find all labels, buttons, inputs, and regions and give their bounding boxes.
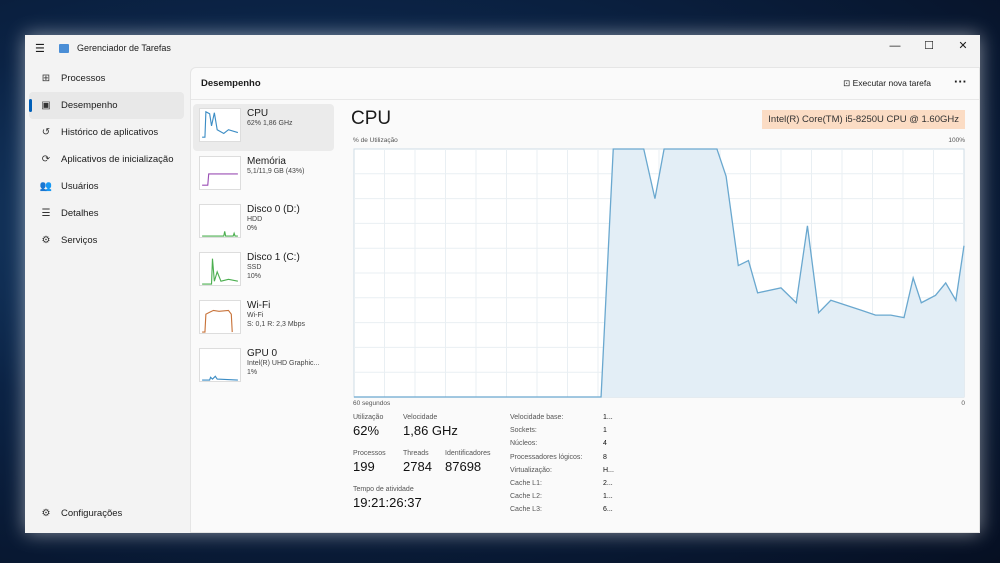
nav-icon: ⊞ [41, 73, 51, 84]
sidebar-item-label: Usuários [61, 181, 99, 192]
stat-speed: Velocidade 1,86 GHz [403, 414, 458, 438]
hamburger-menu-icon[interactable]: ☰ [35, 42, 47, 55]
device-sub2: 10% [247, 273, 262, 280]
minimize-button[interactable]: — [878, 35, 912, 57]
spec-row: Cache L2: 1... [510, 493, 613, 501]
spec-row: Núcleos: 4 [510, 440, 607, 448]
spec-row: Velocidade base: 1... [510, 414, 613, 421]
spec-row: Sockets: 1 [510, 427, 607, 435]
title-bar: ☰ Gerenciador de Tarefas — ☐ ✕ [25, 35, 980, 61]
page-title: Desempenho [201, 78, 261, 89]
sidebar-item-1[interactable]: ▣ Desempenho [29, 92, 184, 119]
device-card-2[interactable]: Disco 0 (D:) HDD 0% [193, 200, 334, 247]
run-task-label: Executar nova tarefa [852, 78, 931, 88]
cpu-usage-chart [353, 148, 965, 398]
nav-icon: ⟳ [41, 154, 51, 165]
device-card-1[interactable]: Memória 5,1/11,9 GB (43%) [193, 152, 334, 199]
close-button[interactable]: ✕ [946, 35, 980, 57]
device-thumbnail-graph [199, 156, 241, 190]
stat-utilization: Utilização 62% [353, 414, 384, 438]
sidebar-item-3[interactable]: ⟳ Aplicativos de inicialização [29, 146, 184, 173]
stat-processes: Processos 199 [353, 450, 386, 474]
spec-row: Cache L3: 6... [510, 506, 613, 514]
device-name: GPU 0 [247, 348, 278, 359]
spec-row: Processadores lógicos: 8 [510, 453, 607, 461]
device-card-4[interactable]: Wi-Fi Wi-Fi S: 0,1 R: 2,3 Mbps [193, 296, 334, 343]
maximize-button[interactable]: ☐ [912, 35, 946, 57]
device-list: CPU 62% 1,86 GHz Memória 5,1/11,9 GB (43%) D… [193, 104, 334, 392]
sidebar-item-label: Histórico de aplicativos [61, 127, 159, 138]
sidebar-item-label: Serviços [61, 235, 98, 246]
nav-icon: ☰ [41, 208, 51, 219]
specs-list: Velocidade base: 1... Sockets: 1 Núcleos: 4 Pr… [510, 414, 614, 520]
device-sub2: 0% [247, 225, 258, 232]
cpu-detail: CPU Intel(R) Core(TM) i5-8250U CPU @ 1.6… [351, 104, 965, 532]
device-name: Memória [247, 156, 286, 167]
nav-icon: ▣ [41, 100, 51, 111]
sidebar-item-label: Desempenho [61, 100, 118, 111]
nav-icon: ⚙ [41, 235, 51, 246]
nav-icon: 👥 [39, 181, 53, 192]
device-name: Disco 1 (C:) [247, 252, 300, 263]
sidebar-item-0[interactable]: ⊞ Processos [29, 65, 184, 92]
spec-row: Cache L1: 2... [510, 479, 613, 487]
x-axis-label: 60 segundos [353, 400, 391, 407]
device-sub1: 5,1/11,9 GB (43%) [247, 168, 305, 175]
run-task-icon: ⊡ [843, 78, 853, 88]
sidebar-item-label: Detalhes [61, 208, 99, 219]
sidebar-item-5[interactable]: ☰ Detalhes [29, 200, 184, 227]
gear-icon: ⚙ [41, 508, 51, 519]
nav-icon: ↺ [41, 127, 51, 138]
device-thumbnail-graph [199, 252, 241, 286]
device-card-0[interactable]: CPU 62% 1,86 GHz [193, 104, 334, 151]
device-thumbnail-graph [199, 348, 241, 382]
cpu-model-name: Intel(R) Core(TM) i5-8250U CPU @ 1.60GHz [762, 110, 965, 129]
sidebar-item-label: Aplicativos de inicialização [61, 154, 174, 165]
device-sub1: Intel(R) UHD Graphic... [247, 360, 320, 367]
device-sub1: SSD [247, 264, 262, 271]
task-manager-window: ☰ Gerenciador de Tarefas — ☐ ✕ ⊞ Processo… [25, 35, 980, 533]
device-card-3[interactable]: Disco 1 (C:) SSD 10% [193, 248, 334, 295]
device-sub1: Wi-Fi [247, 312, 264, 319]
x-axis-min: 0 [961, 400, 965, 407]
sidebar-item-label: Configurações [61, 508, 123, 519]
device-sub2: S: 0,1 R: 2,3 Mbps [247, 321, 305, 328]
sidebar: ⊞ Processos ▣ Desempenho ↺ Histórico de aplic… [25, 65, 188, 533]
device-sub2: 1% [247, 369, 258, 376]
run-new-task-button[interactable]: ⊡ Executar nova tarefa [843, 78, 931, 89]
device-card-5[interactable]: GPU 0 Intel(R) UHD Graphic... 1% [193, 344, 334, 391]
y-axis-max: 100% [948, 137, 965, 144]
sidebar-item-settings[interactable]: ⚙ Configurações [29, 500, 184, 527]
device-name: Disco 0 (D:) [247, 204, 300, 215]
sidebar-item-label: Processos [61, 73, 106, 84]
more-options-button[interactable]: ··· [954, 74, 967, 89]
y-axis-label: % de Utilização [353, 137, 398, 144]
device-thumbnail-graph [199, 204, 241, 238]
sidebar-item-2[interactable]: ↺ Histórico de aplicativos [29, 119, 184, 146]
device-name: CPU [247, 108, 269, 119]
stat-threads: Threads 2784 [403, 450, 432, 474]
sidebar-item-6[interactable]: ⚙ Serviços [29, 227, 184, 254]
device-thumbnail-graph [199, 108, 241, 142]
device-name: Wi-Fi [247, 300, 271, 311]
stat-uptime: Tempo de atividade 19:21:26:37 [353, 486, 422, 510]
window-title: Gerenciador de Tarefas [77, 43, 171, 53]
app-logo-icon [59, 43, 69, 53]
device-sub1: 62% 1,86 GHz [247, 120, 293, 127]
device-sub1: HDD [247, 216, 263, 223]
sidebar-item-4[interactable]: 👥 Usuários [29, 173, 184, 200]
stat-handles: Identificadores 87698 [445, 450, 491, 474]
main-panel: Desempenho ⊡ Executar nova tarefa ··· CP… [190, 67, 980, 533]
spec-row: Virtualização: H... [510, 466, 614, 474]
device-thumbnail-graph [199, 300, 241, 334]
